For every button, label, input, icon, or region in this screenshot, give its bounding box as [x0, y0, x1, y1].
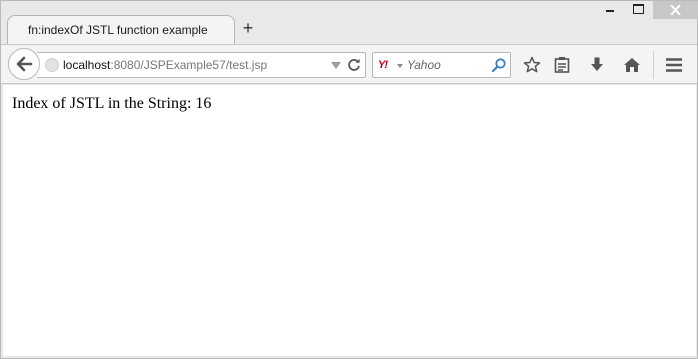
navigation-toolbar: localhost:8080/JSPExample57/test.jsp Y! — [1, 44, 697, 84]
globe-icon — [45, 58, 59, 72]
maximize-button[interactable] — [629, 1, 649, 19]
tab-strip: fn:indexOf JSTL function example + — [1, 1, 698, 45]
url-path: :8080/JSPExample57/test.jsp — [110, 58, 268, 72]
toolbar-separator — [653, 51, 654, 79]
reading-list-icon[interactable] — [553, 56, 571, 74]
dropdown-icon[interactable] — [331, 62, 341, 69]
search-input[interactable] — [407, 58, 487, 72]
close-button[interactable] — [653, 1, 698, 19]
url-text[interactable]: localhost:8080/JSPExample57/test.jsp — [63, 58, 267, 72]
back-arrow-icon — [16, 56, 33, 72]
page-content: Index of JSTL in the String: 16 — [3, 85, 696, 356]
home-icon[interactable] — [623, 56, 641, 74]
star-icon[interactable] — [523, 56, 541, 74]
menu-icon[interactable] — [665, 56, 683, 74]
search-bar[interactable]: Y! — [372, 52, 511, 78]
close-icon — [670, 5, 681, 15]
download-icon[interactable] — [588, 56, 606, 74]
browser-window: fn:indexOf JSTL function example + local… — [0, 0, 698, 359]
tab-title: fn:indexOf JSTL function example — [28, 23, 208, 37]
minimize-button[interactable] — [601, 1, 621, 19]
search-icon[interactable] — [491, 57, 507, 73]
url-bar[interactable]: localhost:8080/JSPExample57/test.jsp — [37, 52, 366, 78]
yahoo-icon[interactable]: Y! — [378, 59, 388, 71]
url-host: localhost — [63, 58, 111, 72]
page-text: Index of JSTL in the String: 16 — [12, 95, 212, 112]
back-button[interactable] — [8, 48, 40, 80]
engine-dropdown-icon[interactable] — [397, 64, 403, 68]
new-tab-button[interactable]: + — [240, 19, 256, 37]
reload-icon[interactable] — [346, 57, 362, 73]
tab-active[interactable]: fn:indexOf JSTL function example — [7, 15, 235, 45]
